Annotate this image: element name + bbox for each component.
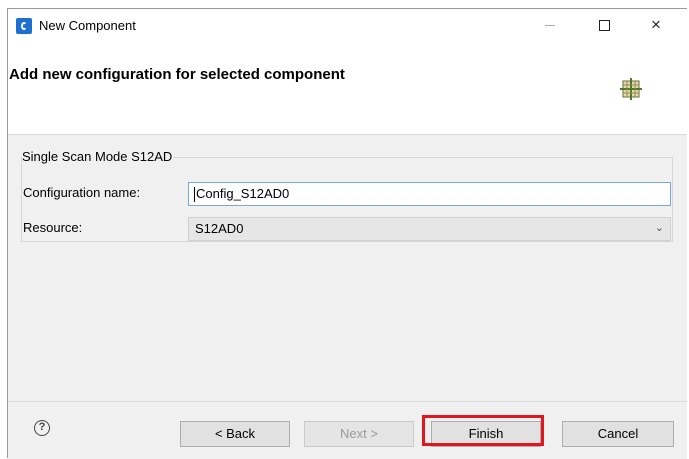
page-title: Add new configuration for selected compo… <box>9 66 345 83</box>
title-bar: New Component × <box>8 9 687 41</box>
button-bar: ? < Back Next > Finish Cancel <box>8 401 687 459</box>
resource-value: S12AD0 <box>195 221 244 236</box>
next-button: Next > <box>304 421 414 447</box>
wizard-banner: Add new configuration for selected compo… <box>8 41 687 135</box>
close-button[interactable]: × <box>634 9 678 41</box>
configuration-name-input[interactable]: Config_S12AD0 <box>188 182 671 206</box>
help-icon[interactable]: ? <box>34 420 50 436</box>
configuration-name-label: Configuration name: <box>23 185 141 200</box>
app-logo-icon <box>16 18 32 34</box>
text-caret <box>194 187 195 203</box>
minimize-icon <box>545 24 555 26</box>
group-title: Single Scan Mode S12AD <box>22 149 175 164</box>
resource-label: Resource: <box>23 220 83 235</box>
minimize-button[interactable] <box>528 9 572 41</box>
maximize-button[interactable] <box>582 9 626 41</box>
maximize-icon <box>598 19 610 31</box>
chevron-down-icon: ⌄ <box>654 222 664 234</box>
window-title: New Component <box>39 18 136 33</box>
back-button[interactable]: < Back <box>180 421 290 447</box>
new-component-dialog: New Component × Add new configuration fo… <box>7 8 687 459</box>
finish-highlight-box <box>422 415 544 446</box>
component-grid-icon <box>619 77 643 101</box>
wizard-content: Single Scan Mode S12AD Configuration nam… <box>8 135 687 401</box>
configuration-name-value: Config_S12AD0 <box>196 186 290 201</box>
cancel-button[interactable]: Cancel <box>562 421 674 447</box>
resource-select[interactable]: S12AD0 ⌄ <box>188 217 671 241</box>
